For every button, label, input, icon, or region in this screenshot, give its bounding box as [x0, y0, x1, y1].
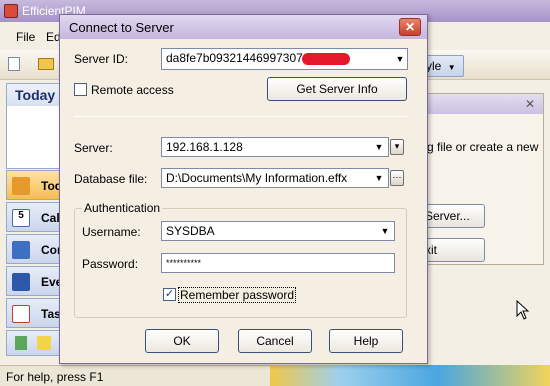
get-server-info-button[interactable]: Get Server Info — [267, 77, 407, 101]
database-file-label: Database file: — [74, 172, 148, 186]
app-icon — [4, 4, 18, 18]
remote-access-checkbox[interactable] — [74, 83, 87, 96]
style-button-label: yle — [426, 59, 442, 73]
server-value: 192.168.1.128 — [166, 140, 243, 154]
dialog-close-button[interactable]: ✕ — [399, 18, 421, 36]
start-panel-header: ✕ — [421, 94, 543, 114]
server-id-combo[interactable]: da8fe7b09321446997307c2 ▼ — [161, 48, 408, 70]
notes-icon[interactable] — [15, 336, 27, 350]
username-label: Username: — [82, 225, 141, 239]
server-browse-button[interactable]: ▾ — [390, 139, 404, 155]
ok-button[interactable]: OK — [145, 329, 219, 353]
username-value: SYSDBA — [166, 224, 215, 238]
nav-label: Tas — [41, 307, 61, 321]
chevron-down-icon: ▼ — [447, 63, 456, 72]
close-icon[interactable]: ✕ — [525, 97, 535, 111]
start-panel-text: g file or create a new — [427, 140, 539, 154]
status-bar-decoration — [270, 365, 550, 386]
password-value: ********** — [166, 258, 202, 268]
calendar-icon: 5 — [12, 209, 30, 227]
help-button[interactable]: Help — [329, 329, 403, 353]
start-panel: ✕ g file or create a new Server... xit — [420, 93, 544, 265]
nav-item-contacts[interactable]: Cor — [6, 234, 62, 264]
contacts-icon — [12, 241, 30, 259]
nav-item-tasks[interactable]: Tas — [6, 298, 62, 328]
server-button[interactable]: Server... — [421, 204, 485, 228]
database-file-value: D:\Documents\My Information.effx — [166, 171, 348, 185]
remember-password-label: Remember password — [178, 287, 297, 303]
nav-label: Cal — [41, 211, 60, 225]
remember-password-checkbox[interactable]: ✓ — [163, 288, 176, 301]
menu-file[interactable]: File — [16, 30, 35, 44]
database-file-combo[interactable]: D:\Documents\My Information.effx ▼ — [161, 168, 389, 188]
status-text: For help, press F1 — [6, 370, 104, 384]
cancel-button[interactable]: Cancel — [238, 329, 312, 353]
today-pane: Today — [6, 83, 62, 169]
browse-icon[interactable]: ⋯ — [390, 170, 404, 186]
nav-shortcut-bar — [6, 330, 62, 356]
today-icon — [12, 177, 30, 195]
dropdown-arrow-icon[interactable]: ▼ — [372, 138, 386, 156]
connect-dialog: Connect to Server ✕ Server ID: da8fe7b09… — [59, 14, 428, 364]
today-header: Today — [7, 84, 61, 106]
server-label: Server: — [74, 141, 113, 155]
username-combo[interactable]: SYSDBA ▼ — [161, 221, 395, 241]
separator — [74, 116, 407, 117]
password-label: Password: — [82, 257, 139, 271]
open-icon[interactable] — [38, 58, 54, 70]
server-id-label: Server ID: — [74, 52, 129, 66]
nav-item-calendar[interactable]: 5 Cal — [6, 202, 62, 232]
events-icon — [12, 273, 30, 291]
tasks-icon — [12, 305, 30, 323]
dialog-title-bar: Connect to Server ✕ — [60, 15, 427, 39]
dropdown-arrow-icon[interactable]: ▼ — [372, 169, 386, 187]
server-id-value: da8fe7b09321446997307c2 — [166, 51, 316, 65]
new-icon[interactable] — [8, 57, 20, 71]
mouse-cursor-icon — [516, 300, 530, 320]
remote-access-label: Remote access — [91, 83, 174, 97]
redaction-scribble — [302, 53, 350, 65]
dropdown-arrow-icon[interactable]: ▼ — [378, 222, 392, 240]
exit-button[interactable]: xit — [421, 238, 485, 262]
authentication-group-label: Authentication — [82, 201, 163, 215]
folder-icon[interactable] — [37, 336, 51, 350]
dropdown-arrow-icon[interactable]: ▼ — [393, 50, 407, 68]
nav-item-events[interactable]: Eve — [6, 266, 62, 296]
dialog-title: Connect to Server — [69, 20, 174, 35]
nav-item-today[interactable]: Tod — [6, 170, 62, 200]
password-field[interactable]: ********** — [161, 253, 395, 273]
server-combo[interactable]: 192.168.1.128 ▼ — [161, 137, 389, 157]
